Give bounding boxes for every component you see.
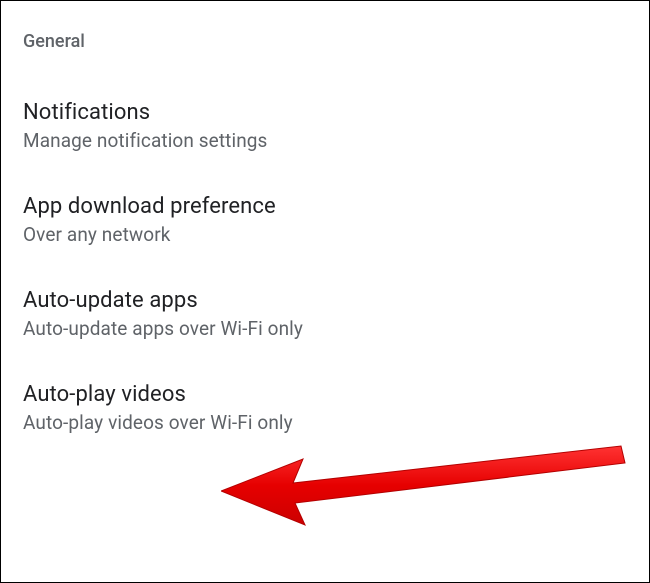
section-header-general: General — [1, 1, 649, 80]
setting-subtitle: Auto-update apps over Wi-Fi only — [23, 317, 627, 340]
setting-item-auto-update-apps[interactable]: Auto-update apps Auto-update apps over W… — [1, 268, 649, 362]
setting-subtitle: Manage notification settings — [23, 129, 627, 152]
setting-title: Auto-play videos — [23, 382, 627, 407]
setting-title: App download preference — [23, 194, 627, 219]
settings-list: General Notifications Manage notificatio… — [1, 1, 649, 456]
setting-title: Notifications — [23, 100, 627, 125]
setting-subtitle: Over any network — [23, 223, 627, 246]
setting-item-auto-play-videos[interactable]: Auto-play videos Auto-play videos over W… — [1, 362, 649, 456]
setting-subtitle: Auto-play videos over Wi-Fi only — [23, 411, 627, 434]
setting-item-notifications[interactable]: Notifications Manage notification settin… — [1, 80, 649, 174]
setting-item-app-download-preference[interactable]: App download preference Over any network — [1, 174, 649, 268]
setting-title: Auto-update apps — [23, 288, 627, 313]
